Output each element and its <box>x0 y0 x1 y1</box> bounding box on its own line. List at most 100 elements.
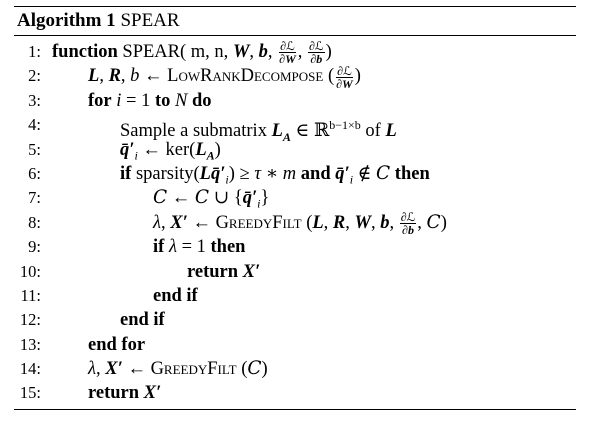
code-text: N <box>175 90 188 111</box>
code-text: L <box>88 66 100 87</box>
line-number: 1: <box>28 42 41 61</box>
code-text: X′ <box>170 212 188 233</box>
line-number: 9: <box>28 237 41 257</box>
algorithm-line: 12: end if <box>14 308 576 332</box>
fraction: ∂ℒ ∂W <box>278 40 297 65</box>
fraction: ∂ℒ ∂b <box>308 40 325 65</box>
keyword: if <box>120 163 132 184</box>
algorithm-line: 13: end for <box>14 333 576 357</box>
code-text: ) ≥ <box>228 163 255 184</box>
algorithm-line: 8: λ, X′ ← GreedyFilt (L, R, W, b, ∂ℒ ∂b, … <box>14 211 576 236</box>
code-text: X′ <box>105 359 123 380</box>
algorithm-line: 11: end if <box>14 284 576 308</box>
code-text: λ <box>168 237 177 258</box>
bottom-rule <box>14 408 576 410</box>
keyword: for <box>88 90 112 111</box>
fraction: ∂ℒ ∂b <box>399 211 417 236</box>
code-text: , <box>297 42 307 62</box>
code-text: C <box>194 187 210 209</box>
keyword: and <box>300 163 331 184</box>
code-text: C <box>426 211 441 233</box>
line-number: 12: <box>19 310 41 330</box>
code-text: ← ker( <box>137 139 196 160</box>
code-text: , <box>323 212 333 233</box>
line-code: λ, X′ ← GreedyFilt (L, R, W, b, ∂ℒ ∂b, C) <box>153 211 447 236</box>
line-code: for i = 1 to N do <box>88 89 212 113</box>
algorithm-caption: Algorithm 1 SPEAR <box>14 7 576 35</box>
code-text: = 1 <box>176 237 211 258</box>
line-number: 13: <box>19 334 41 354</box>
keyword: return <box>88 383 140 404</box>
code-text: W <box>232 42 250 62</box>
fraction: ∂ℒ ∂W <box>335 65 354 90</box>
line-number: 15: <box>19 383 41 403</box>
code-text: R <box>108 66 121 87</box>
code-text: m <box>282 163 297 184</box>
line-number: 8: <box>28 212 41 232</box>
code-text: C <box>247 358 262 380</box>
keyword: end for <box>88 334 146 355</box>
code-text: ∉ <box>353 163 376 184</box>
code-text: , <box>99 66 109 87</box>
algorithm-block: Algorithm 1 SPEAR 1: function SPEAR( m, n… <box>14 6 576 410</box>
code-text: ) <box>440 212 447 233</box>
code-text: W <box>354 212 371 233</box>
keyword: return <box>187 261 239 282</box>
code-text: C <box>153 187 168 209</box>
keyword: then <box>394 163 430 184</box>
keyword: end if <box>120 310 165 331</box>
code-text: SPEAR( m, n, <box>117 42 233 62</box>
algorithm-lines: 1: function SPEAR( m, n, W, b, ∂ℒ ∂W, ∂ℒ ∂b… <box>14 36 576 406</box>
line-number: 5: <box>28 139 41 159</box>
code-text: ← <box>139 66 168 87</box>
code-text: τ <box>254 163 261 184</box>
line-number: 11: <box>20 285 41 305</box>
algorithm-line: 14: λ, X′ ← GreedyFilt (C) <box>14 357 576 381</box>
code-text: L <box>195 139 207 160</box>
line-code: return X′ <box>187 260 260 284</box>
algorithm-line: 2: L, R, b ← LowRankDecompose (∂ℒ ∂W) <box>14 64 576 90</box>
line-number: 7: <box>28 188 41 208</box>
keyword: end if <box>153 285 198 306</box>
code-text: , <box>417 212 427 233</box>
code-text: ) <box>354 66 361 87</box>
algorithm-line: 6: if sparsity(Lq̄′i) ≥ τ ∗ m and q̄′i ∉ … <box>14 162 576 187</box>
code-text: L <box>312 212 324 233</box>
algorithm-line: 5: q̄′i ← ker(LA) <box>14 138 576 163</box>
code-text: sparsity( <box>131 163 200 184</box>
line-number: 2: <box>28 66 41 86</box>
code-text: b−1×b <box>329 118 361 133</box>
line-code: L, R, b ← LowRankDecompose (∂ℒ ∂W) <box>88 64 361 90</box>
code-text: ( <box>323 66 335 87</box>
code-text: ) <box>325 42 332 62</box>
code-text: } <box>260 188 270 209</box>
keyword: then <box>210 237 246 258</box>
code-text: R <box>332 212 346 233</box>
line-code: function SPEAR( m, n, W, b, ∂ℒ ∂W, ∂ℒ ∂b) <box>52 40 332 65</box>
algorithm-line: 7: C ← C ∪ {q̄′i} <box>14 186 576 211</box>
line-number: 14: <box>19 359 41 379</box>
code-text: ← <box>122 359 151 380</box>
code-text: ( <box>301 212 313 233</box>
code-text: ( <box>236 359 248 380</box>
line-code: return X′ <box>88 381 161 405</box>
keyword: if <box>153 237 165 258</box>
algorithm-label: Algorithm 1 <box>17 10 116 31</box>
keyword: do <box>191 90 212 111</box>
code-text: q̄′ <box>335 163 350 184</box>
line-code: end for <box>88 333 145 357</box>
code-text: X′ <box>242 261 261 282</box>
code-text: A <box>206 148 215 163</box>
code-text: λ <box>153 212 162 233</box>
keyword: function <box>52 42 118 62</box>
line-code: end if <box>120 308 165 332</box>
line-number: 3: <box>28 90 41 110</box>
code-text: ← <box>187 212 216 233</box>
procedure-name: GreedyFilt <box>150 359 237 380</box>
code-text: q̄′ <box>120 139 135 160</box>
code-text: ∪ { <box>209 188 243 209</box>
code-text: , <box>370 212 381 233</box>
code-text: ← <box>167 188 195 209</box>
code-text: = 1 <box>121 90 155 111</box>
fraction-numerator: ∂ℒ <box>336 63 353 78</box>
